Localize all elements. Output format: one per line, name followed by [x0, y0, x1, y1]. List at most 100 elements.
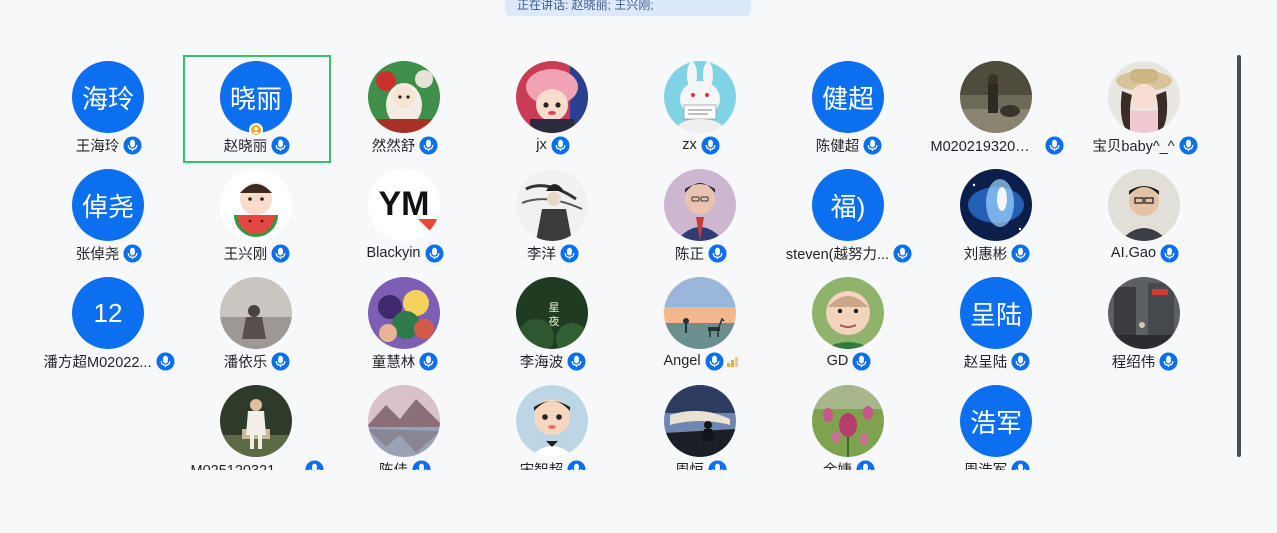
participant-tile[interactable]: 宋智超 [479, 379, 627, 470]
participant-tile[interactable]: Angel [627, 271, 775, 379]
microphone-icon[interactable] [852, 351, 871, 371]
microphone-icon[interactable] [271, 135, 290, 155]
participant-tile[interactable]: 刘惠彬 [923, 163, 1071, 271]
avatar [960, 169, 1032, 241]
participant-name: 王兴刚 [223, 246, 268, 263]
avatar [960, 61, 1032, 133]
participant-tile[interactable]: 呈陆 赵呈陆 [923, 271, 1071, 379]
microphone-icon[interactable] [412, 459, 431, 470]
sunset-deer-photo [664, 277, 736, 349]
microphone-icon[interactable] [123, 243, 142, 263]
participant-name: 宝贝baby^_^ [1092, 138, 1175, 155]
participant-name: 宋智超 [520, 459, 564, 471]
participant-name: GD [826, 353, 849, 369]
participant-name-row: 陈佳 [331, 459, 479, 470]
anime-group-photo [368, 277, 440, 349]
participant-name: 程绍伟 [1111, 354, 1156, 371]
avatar: 浩军 [960, 385, 1032, 457]
participant-tile[interactable]: 海玲 王海玲 [35, 55, 183, 163]
audio-level-icon [726, 355, 739, 367]
participant-tile[interactable]: 程绍伟 [1071, 271, 1215, 379]
microphone-icon[interactable] [1044, 135, 1064, 155]
participant-tile[interactable]: 潘依乐 [183, 271, 331, 379]
participant-name: Angel [663, 353, 701, 369]
avatar [664, 277, 736, 349]
participant-tile[interactable]: M025120321王... [183, 379, 331, 470]
microphone-icon[interactable] [419, 351, 438, 371]
microphone-icon[interactable] [708, 459, 727, 470]
microphone-icon[interactable] [705, 351, 724, 371]
participant-name-row: M020219320叶... [923, 135, 1071, 155]
microphone-icon[interactable] [1179, 135, 1198, 155]
participant-tile[interactable]: 晓丽 赵晓丽 [183, 55, 331, 163]
participant-grid: 海玲 王海玲 晓丽 赵晓丽 然然舒 jx zx 健超 陈健超 M020219320叶... 宝贝ba… [35, 55, 1215, 470]
participant-tile[interactable]: 健超 陈健超 [775, 55, 923, 163]
microphone-icon[interactable] [551, 135, 570, 155]
microphone-icon[interactable] [271, 351, 290, 371]
participant-name-row: 李海波 [479, 351, 627, 371]
microphone-icon[interactable] [567, 459, 586, 470]
microphone-icon[interactable] [1160, 243, 1179, 263]
participant-name: 李海波 [519, 354, 564, 371]
participant-name-row: zx [627, 135, 775, 155]
avatar [516, 169, 588, 241]
participant-tile[interactable]: 李洋 [479, 163, 627, 271]
participant-tile[interactable]: jx [479, 55, 627, 163]
participant-name: 赵晓丽 [223, 138, 268, 155]
microphone-icon[interactable] [304, 459, 324, 470]
microphone-icon[interactable] [1159, 351, 1178, 371]
microphone-icon[interactable] [893, 243, 912, 263]
baby-watermelon-photo [220, 169, 292, 241]
participant-name-row: jx [479, 135, 627, 155]
microphone-icon[interactable] [560, 243, 579, 263]
microphone-icon[interactable] [123, 135, 142, 155]
microphone-icon[interactable] [1011, 459, 1030, 470]
microphone-icon[interactable] [419, 135, 438, 155]
microphone-icon[interactable] [567, 351, 586, 371]
microphone-icon[interactable] [708, 243, 727, 263]
participant-name: zx [682, 137, 697, 153]
participant-tile[interactable]: 童慧林 [331, 271, 479, 379]
svg-text:夜: 夜 [549, 314, 560, 328]
avatar-initials: 呈陆 [969, 299, 1022, 330]
scrollbar[interactable] [1237, 55, 1241, 457]
dog-photo-photo [960, 61, 1032, 133]
participant-tile[interactable]: 星夜李海波 [479, 271, 627, 379]
participant-tile[interactable]: 王兴刚 [183, 163, 331, 271]
participant-tile[interactable]: 浩军周浩军 [923, 379, 1071, 470]
microphone-icon[interactable] [701, 135, 720, 155]
microphone-icon[interactable] [863, 135, 882, 155]
participant-name: 陈正 [675, 246, 704, 263]
participant-name: 周恒 [675, 459, 704, 471]
participant-tile[interactable]: zx [627, 55, 775, 163]
participant-tile[interactable]: 余婕 [775, 379, 923, 470]
participant-tile[interactable]: 陈正 [627, 163, 775, 271]
participant-name-row: 周浩军 [923, 459, 1071, 470]
microphone-icon[interactable] [1011, 243, 1030, 263]
participant-name-row: 周恒 [627, 459, 775, 470]
microphone-icon[interactable] [424, 243, 444, 263]
participant-tile[interactable]: M020219320叶... [923, 55, 1071, 163]
participant-tile[interactable]: 然然舒 [331, 55, 479, 163]
participant-tile[interactable]: 倬尧 张倬尧 [35, 163, 183, 271]
participant-name-row: 李洋 [479, 243, 627, 263]
participant-tile[interactable]: 宝贝baby^_^ [1071, 55, 1215, 163]
participant-tile[interactable]: YM Blackyin [331, 163, 479, 271]
participant-tile[interactable]: GD [775, 271, 923, 379]
participant-tile[interactable]: 陈佳 [331, 379, 479, 470]
microphone-icon[interactable] [271, 243, 290, 263]
participant-tile[interactable]: 12 潘方超M02022... [35, 271, 183, 379]
microphone-icon[interactable] [155, 351, 175, 371]
participant-tile[interactable]: 周恒 [627, 379, 775, 470]
participant-tile[interactable]: AI.Gao [1071, 163, 1215, 271]
microphone-icon[interactable] [856, 459, 875, 470]
participant-name: 李洋 [527, 246, 556, 263]
participant-name-row: 余婕 [775, 459, 923, 470]
microphone-icon[interactable] [1011, 351, 1030, 371]
participant-name-row: 宝贝baby^_^ [1071, 135, 1215, 155]
avatar-initials: 海玲 [81, 83, 134, 114]
ink-warrior-photo [516, 169, 588, 241]
success-kid-photo [812, 277, 884, 349]
participant-tile[interactable]: 福) steven(越努力... [775, 163, 923, 271]
avatar [812, 277, 884, 349]
